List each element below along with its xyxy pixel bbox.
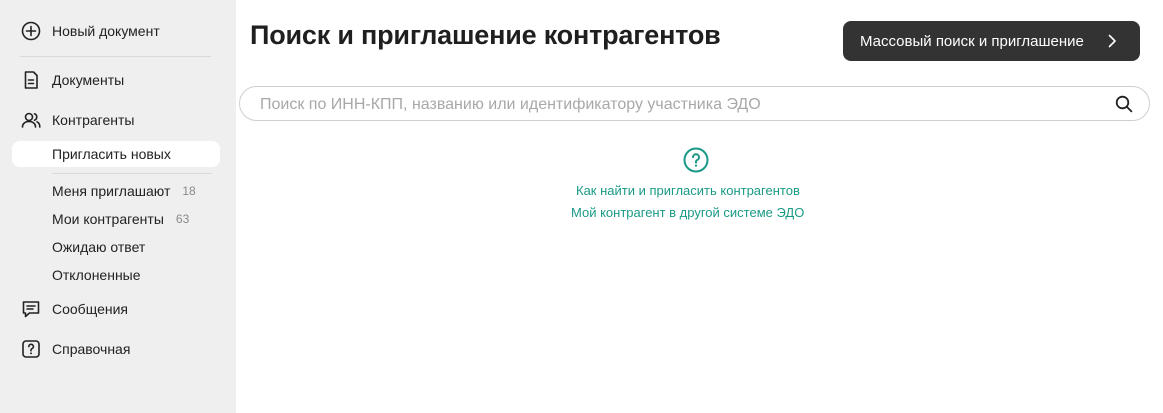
sidebar-item-label: Документы <box>52 72 125 88</box>
sidebar-divider <box>20 56 211 57</box>
question-circle-icon <box>683 147 709 173</box>
sidebar-divider <box>52 173 212 174</box>
search-icon[interactable] <box>1115 95 1133 113</box>
sidebar-item-counterparties[interactable]: Контрагенты <box>12 106 220 134</box>
users-icon <box>20 109 42 131</box>
search-input[interactable] <box>258 92 1102 118</box>
message-icon <box>20 298 42 320</box>
sidebar-subitem-label: Ожидаю ответ <box>52 239 146 255</box>
sidebar-item-label: Сообщения <box>52 301 128 317</box>
plus-circle-icon <box>20 20 42 42</box>
sidebar-item-awaiting-response[interactable]: Ожидаю ответ <box>12 234 220 260</box>
sidebar-item-label: Справочная <box>52 341 131 357</box>
count-badge: 18 <box>182 184 196 198</box>
count-badge: 63 <box>175 212 190 226</box>
sidebar-subitem-label: Мои контрагенты <box>52 211 164 227</box>
help-square-icon <box>20 338 42 360</box>
page-title: Поиск и приглашение контрагентов <box>250 20 721 50</box>
sidebar-item-declined[interactable]: Отклоненные <box>12 262 220 288</box>
sidebar-item-label: Контрагенты <box>52 112 135 128</box>
sidebar-item-documents[interactable]: Документы <box>12 66 220 94</box>
sidebar-item-messages[interactable]: Сообщения <box>12 295 220 323</box>
sidebar-subitem-label: Отклоненные <box>52 267 141 283</box>
sidebar-subitem-label: Меня приглашают <box>52 183 171 199</box>
sidebar-item-my-counterparties[interactable]: Мои контрагенты 63 <box>12 206 220 232</box>
sidebar-item-invites-to-me[interactable]: Меня приглашают 18 <box>12 178 220 204</box>
other-edo-system-link[interactable]: Мой контрагент в другой системе ЭДО <box>571 205 804 220</box>
sidebar-item-help[interactable]: Справочная <box>12 335 220 363</box>
chevron-right-icon <box>1108 34 1116 48</box>
new-document-button[interactable]: Новый документ <box>12 17 220 45</box>
sidebar-item-invite-new[interactable]: Пригласить новых <box>12 141 220 167</box>
search-bar <box>239 86 1150 121</box>
sidebar-subitem-label: Пригласить новых <box>52 146 171 162</box>
mass-search-invite-button[interactable]: Массовый поиск и приглашение <box>843 21 1140 61</box>
mass-search-invite-label: Массовый поиск и приглашение <box>860 32 1084 50</box>
document-icon <box>20 69 42 91</box>
sidebar: Новый документ Документы Контрагенты При… <box>0 0 236 413</box>
new-document-label: Новый документ <box>52 23 160 39</box>
how-to-find-link[interactable]: Как найти и пригласить контрагентов <box>576 183 800 198</box>
